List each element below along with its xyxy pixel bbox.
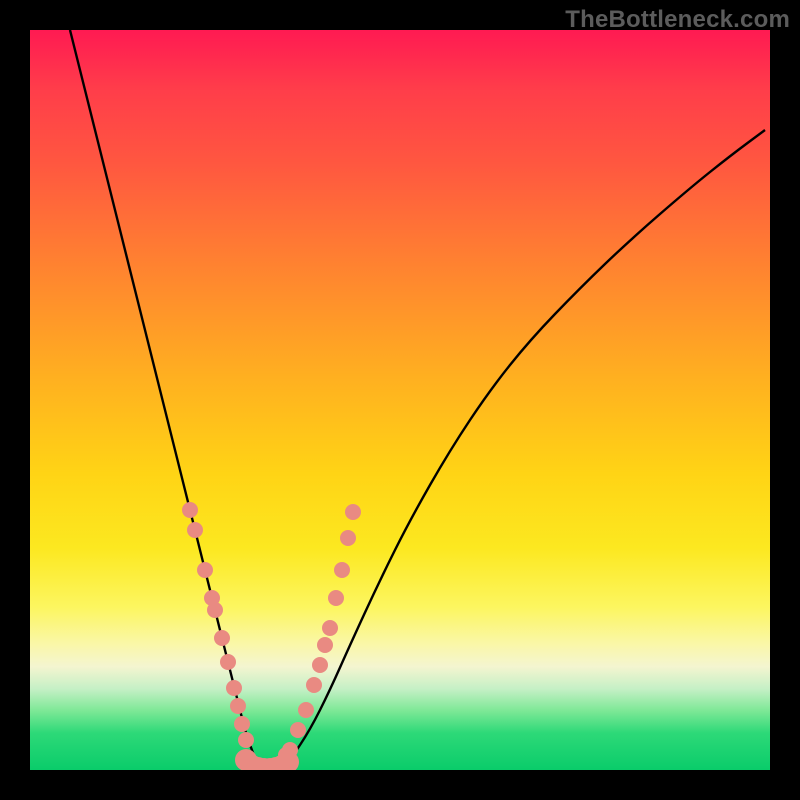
marker-dot bbox=[230, 698, 246, 714]
curve-markers bbox=[30, 30, 770, 770]
marker-dot bbox=[328, 590, 344, 606]
marker-dot bbox=[207, 602, 223, 618]
marker-dot bbox=[187, 522, 203, 538]
marker-dot bbox=[312, 657, 328, 673]
marker-dot bbox=[298, 702, 314, 718]
marker-dot bbox=[226, 680, 242, 696]
marker-dot bbox=[290, 722, 306, 738]
marker-dot bbox=[322, 620, 338, 636]
marker-dot bbox=[334, 562, 350, 578]
chart-frame: TheBottleneck.com bbox=[0, 0, 800, 800]
plot-area bbox=[30, 30, 770, 770]
marker-dot bbox=[234, 716, 250, 732]
marker-dot bbox=[306, 677, 322, 693]
marker-dot bbox=[317, 637, 333, 653]
marker-dot bbox=[345, 504, 361, 520]
marker-dot bbox=[182, 502, 198, 518]
marker-dot bbox=[220, 654, 236, 670]
marker-dot bbox=[238, 732, 254, 748]
watermark-text: TheBottleneck.com bbox=[565, 6, 790, 34]
marker-dot bbox=[197, 562, 213, 578]
marker-dot bbox=[214, 630, 230, 646]
marker-dot bbox=[340, 530, 356, 546]
